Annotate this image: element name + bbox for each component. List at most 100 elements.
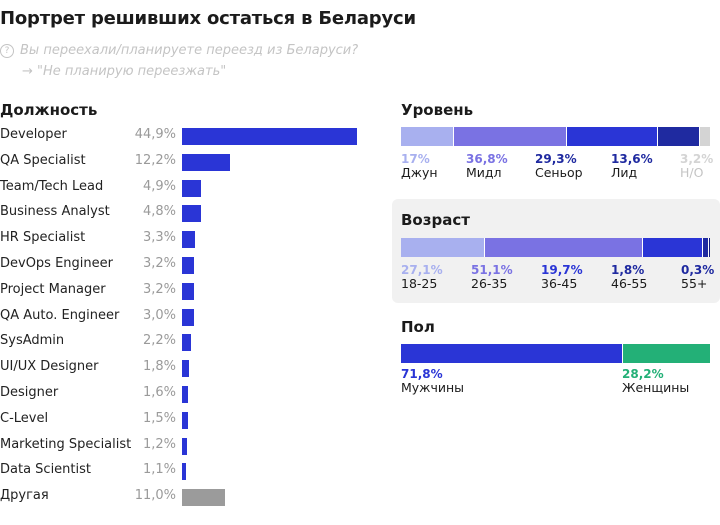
- job-value-label: 44,9%: [134, 127, 176, 142]
- legend-label: 55+: [681, 276, 708, 291]
- level-chart: Уровень 17% Джун 36,8% Мидл 29,3% Сеньор 13,6%…: [392, 95, 720, 190]
- survey-answer: → "Не планирую переезжать": [22, 64, 226, 79]
- stack-segment: [401, 344, 623, 363]
- legend-item: 36,8% Мидл: [466, 152, 508, 180]
- age-chart-card: Возраст 27,1% 18-25 51,1% 26-35 19,7% 36-45 1,…: [392, 199, 720, 303]
- legend-label: Мужчины: [401, 380, 464, 395]
- stack-segment: [700, 127, 710, 146]
- job-value-label: 1,1%: [142, 462, 176, 478]
- job-value-label: 4,9%: [142, 178, 176, 194]
- job-label: C-Level: [0, 410, 49, 426]
- legend-value: 28,2%: [622, 367, 664, 381]
- legend-item: 0,3% 55+: [681, 263, 714, 291]
- job-label: HR Specialist: [0, 230, 86, 246]
- job-row: Team/Tech Lead 4,9%: [0, 176, 380, 200]
- job-row: Project Manager 3,2%: [0, 279, 380, 303]
- job-value-label: 2,2%: [142, 333, 176, 349]
- legend-value: 1,8%: [611, 263, 645, 277]
- legend-item: 71,8% Мужчины: [401, 367, 464, 395]
- job-value-label: 11,0%: [134, 488, 176, 504]
- job-label: UI/UX Designer: [0, 359, 99, 375]
- legend-item: 13,6% Лид: [611, 152, 653, 180]
- job-row: Data Scientist 1,1%: [0, 459, 380, 483]
- job-bar: [182, 489, 225, 507]
- age-stacked-bar: [401, 238, 710, 257]
- job-value-label: 1,5%: [142, 410, 176, 426]
- legend-item: 3,2% Н/О: [680, 152, 713, 180]
- legend-label: 18-25: [401, 276, 438, 291]
- stack-segment: [484, 238, 643, 257]
- job-label: Business Analyst: [0, 204, 110, 220]
- legend-label: 36-45: [541, 276, 578, 291]
- job-bar: [182, 411, 188, 429]
- legend-value: 71,8%: [401, 367, 443, 381]
- job-bar: [182, 231, 195, 249]
- job-label: Team/Tech Lead: [0, 178, 104, 194]
- gender-stacked-bar: [401, 344, 710, 363]
- job-label: Другая: [0, 488, 49, 504]
- job-bar: [182, 257, 195, 274]
- page-title: Портрет решивших остаться в Беларуси: [0, 8, 416, 29]
- stack-segment: [709, 238, 710, 257]
- level-stacked-bar: [401, 127, 710, 146]
- legend-label: 26-35: [471, 276, 508, 291]
- legend-value: 36,8%: [466, 152, 508, 166]
- job-row: DevOps Engineer 3,2%: [0, 253, 380, 277]
- jobs-chart-title: Должность: [0, 101, 98, 119]
- job-row: Другая 11,0%: [0, 485, 380, 509]
- job-label: SysAdmin: [0, 333, 65, 349]
- job-bar: [182, 334, 191, 352]
- job-value-label: 3,3%: [142, 230, 176, 246]
- job-value-label: 1,8%: [142, 359, 176, 375]
- job-row: QA Auto. Engineer 3,0%: [0, 305, 380, 329]
- job-value-label: 3,2%: [142, 256, 176, 271]
- legend-label: Лид: [611, 165, 638, 180]
- job-label: Marketing Specialist: [0, 436, 132, 452]
- legend-item: 17% Джун: [401, 152, 438, 180]
- stack-segment: [622, 344, 710, 363]
- legend-label: Джун: [401, 165, 438, 180]
- job-label: Designer: [0, 385, 59, 400]
- legend-label: Женщины: [622, 380, 690, 395]
- legend-item: 27,1% 18-25: [401, 263, 443, 291]
- job-label: DevOps Engineer: [0, 256, 113, 271]
- job-row: HR Specialist 3,3%: [0, 227, 380, 251]
- stack-segment: [401, 238, 485, 257]
- job-bar: [182, 437, 187, 455]
- legend-item: 1,8% 46-55: [611, 263, 647, 291]
- legend-value: 0,3%: [681, 263, 715, 277]
- answer-text: "Не планирую переезжать": [37, 64, 227, 79]
- job-row: QA Specialist 12,2%: [0, 150, 380, 174]
- legend-value: 27,1%: [401, 263, 443, 277]
- job-bar: [182, 360, 189, 378]
- job-bar: [182, 153, 230, 171]
- survey-question: ? Вы переехали/планируете переезд из Бел…: [0, 43, 358, 58]
- legend-label: Н/О: [680, 165, 704, 180]
- job-row: Business Analyst 4,8%: [0, 201, 380, 225]
- job-bar: [182, 205, 201, 223]
- age-chart-title: Возраст: [401, 211, 470, 229]
- legend-value: 3,2%: [680, 152, 714, 166]
- job-row: SysAdmin 2,2%: [0, 330, 380, 354]
- stack-segment: [453, 127, 568, 146]
- job-bar: [182, 179, 202, 197]
- gender-chart-title: Пол: [401, 318, 435, 336]
- job-bar: [182, 282, 195, 300]
- legend-item: 28,2% Женщины: [622, 367, 689, 395]
- legend-value: 29,3%: [535, 152, 577, 166]
- legend-value: 13,6%: [611, 152, 653, 166]
- job-value-label: 3,2%: [142, 281, 176, 297]
- legend-value: 17%: [401, 152, 430, 166]
- legend-label: 46-55: [611, 276, 648, 291]
- job-bar: [182, 308, 194, 326]
- job-row: UI/UX Designer 1,8%: [0, 356, 380, 380]
- job-value-label: 1,6%: [142, 385, 176, 400]
- level-chart-title: Уровень: [401, 101, 474, 119]
- legend-item: 19,7% 36-45: [541, 263, 583, 291]
- legend-label: Мидл: [466, 165, 502, 180]
- legend-value: 19,7%: [541, 263, 583, 277]
- legend-item: 29,3% Сеньор: [535, 152, 583, 180]
- gender-chart: Пол 71,8% Мужчины 28,2% Женщины: [392, 313, 720, 403]
- jobs-bar-chart: Developer 44,9% QA Specialist 12,2% Team/Tec…: [0, 124, 380, 519]
- job-label: Developer: [0, 127, 67, 142]
